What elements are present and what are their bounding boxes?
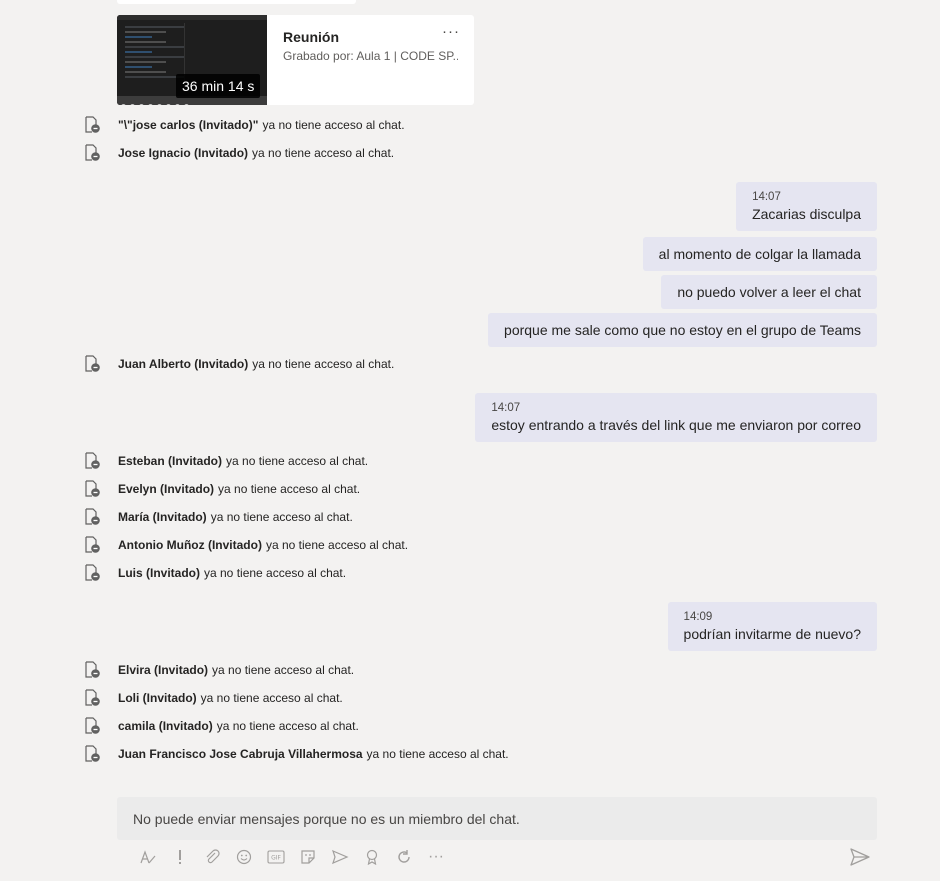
member-name: Antonio Muñoz (Invitado): [118, 538, 262, 552]
member-removed-icon: [84, 564, 101, 582]
member-name: Loli (Invitado): [118, 691, 197, 705]
compose-box-disabled: No puede enviar mensajes porque no es un…: [117, 797, 877, 840]
member-removed-icon: [84, 508, 101, 526]
member-removed-icon: [84, 452, 101, 470]
system-text: ya no tiene acceso al chat.: [252, 357, 395, 371]
message-text: no puedo volver a leer el chat: [677, 284, 861, 300]
system-text: ya no tiene acceso al chat.: [204, 566, 347, 580]
chat-bubble[interactable]: al momento de colgar la llamada: [642, 237, 877, 271]
message-time: 14:09: [683, 611, 713, 623]
member-name: Esteban (Invitado): [118, 454, 223, 468]
chat-bubble[interactable]: 14:07 estoy entrando a través del link q…: [475, 393, 877, 442]
more-options-icon[interactable]: ···: [442, 23, 460, 40]
sticker-icon[interactable]: [292, 845, 324, 869]
system-message: Juan Alberto (Invitado) ya no tiene acce…: [84, 354, 394, 374]
message-text: porque me sale como que no estoy en el g…: [504, 322, 861, 338]
member-removed-icon: [84, 144, 101, 162]
thumbnail-titlebar: [117, 15, 267, 20]
emoji-icon[interactable]: [228, 845, 260, 869]
message-text: estoy entrando a través del link que me …: [491, 417, 861, 433]
system-text: ya no tiene acceso al chat.: [262, 118, 405, 132]
compose-toolbar: GIF ···: [132, 845, 452, 869]
member-name: Juan Alberto (Invitado): [118, 357, 249, 371]
praise-icon[interactable]: [356, 845, 388, 869]
system-text: ya no tiene acceso al chat.: [252, 146, 395, 160]
system-text: ya no tiene acceso al chat.: [366, 747, 509, 761]
recording-thumbnail[interactable]: 36 min 14 s: [117, 15, 267, 105]
system-text: ya no tiene acceso al chat.: [216, 719, 359, 733]
system-text: ya no tiene acceso al chat.: [210, 510, 353, 524]
member-name: camila (Invitado): [118, 719, 213, 733]
system-message: María (Invitado) ya no tiene acceso al c…: [84, 507, 353, 527]
system-message: Juan Francisco Jose Cabruja Villahermosa…: [84, 744, 509, 764]
member-removed-icon: [84, 661, 101, 679]
member-removed-icon: [84, 480, 101, 498]
member-removed-icon: [84, 689, 101, 707]
member-name: María (Invitado): [118, 510, 207, 524]
chat-bubble[interactable]: no puedo volver a leer el chat: [661, 275, 877, 309]
format-icon[interactable]: [132, 845, 164, 869]
system-message: camila (Invitado) ya no tiene acceso al …: [84, 716, 359, 736]
system-message: "\"jose carlos (Invitado)" ya no tiene a…: [84, 115, 405, 135]
meet-icon[interactable]: [324, 845, 356, 869]
chat-bubble[interactable]: porque me sale como que no estoy en el g…: [488, 313, 877, 347]
system-message: Esteban (Invitado) ya no tiene acceso al…: [84, 451, 368, 471]
member-removed-icon: [84, 717, 101, 735]
message-time: 14:07: [491, 402, 521, 414]
important-icon[interactable]: [164, 845, 196, 869]
system-text: ya no tiene acceso al chat.: [200, 691, 343, 705]
member-removed-icon: [84, 355, 101, 373]
member-name: Elvira (Invitado): [118, 663, 209, 677]
send-icon[interactable]: [848, 847, 872, 867]
member-removed-icon: [84, 116, 101, 134]
attach-icon[interactable]: [196, 845, 228, 869]
recording-title: Reunión: [283, 29, 339, 45]
recording-duration: 36 min 14 s: [176, 74, 261, 98]
chat-bubble[interactable]: 14:09 podrían invitarme de nuevo?: [667, 602, 877, 651]
system-message: Luis (Invitado) ya no tiene acceso al ch…: [84, 563, 346, 583]
system-message: Jose Ignacio (Invitado) ya no tiene acce…: [84, 143, 394, 163]
previous-message-stub: [117, 0, 356, 4]
system-message: Antonio Muñoz (Invitado) ya no tiene acc…: [84, 535, 408, 555]
chat-bubble[interactable]: 14:07 Zacarias disculpa: [736, 182, 877, 231]
message-text: Zacarias disculpa: [752, 206, 861, 222]
member-name: Evelyn (Invitado): [118, 482, 215, 496]
system-message: Elvira (Invitado) ya no tiene acceso al …: [84, 660, 354, 680]
system-text: ya no tiene acceso al chat.: [212, 663, 355, 677]
gif-label: GIF: [271, 855, 281, 862]
recording-card[interactable]: 36 min 14 s Reunión Grabado por: Aula 1 …: [117, 15, 474, 105]
member-removed-icon: [84, 536, 101, 554]
system-text: ya no tiene acceso al chat.: [265, 538, 409, 552]
message-time: 14:07: [752, 191, 781, 203]
message-text: al momento de colgar la llamada: [658, 246, 861, 262]
system-message: Evelyn (Invitado) ya no tiene acceso al …: [84, 479, 360, 499]
system-message: Loli (Invitado) ya no tiene acceso al ch…: [84, 688, 343, 708]
member-removed-icon: [84, 745, 101, 763]
more-icon[interactable]: ···: [420, 845, 452, 869]
member-name: Luis (Invitado): [118, 566, 200, 580]
system-text: ya no tiene acceso al chat.: [218, 482, 361, 496]
loop-icon[interactable]: [388, 845, 420, 869]
member-name: Jose Ignacio (Invitado): [118, 146, 249, 160]
member-name: Juan Francisco Jose Cabruja Villahermosa: [118, 747, 363, 761]
recording-subtitle: Grabado por: Aula 1 | CODE SP...: [283, 49, 458, 63]
member-name: "\"jose carlos (Invitado)": [118, 118, 259, 132]
message-text: podrían invitarme de nuevo?: [683, 626, 861, 642]
gif-icon[interactable]: GIF: [260, 845, 292, 869]
system-text: ya no tiene acceso al chat.: [226, 454, 369, 468]
